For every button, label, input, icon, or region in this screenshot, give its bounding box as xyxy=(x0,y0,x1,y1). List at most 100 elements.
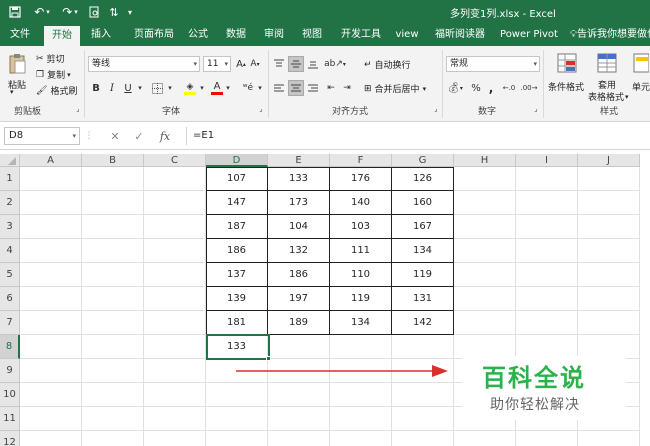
customize-quick-access-icon[interactable]: ▾ xyxy=(124,3,136,21)
tab-view-addin[interactable]: view xyxy=(392,24,422,46)
cell-i1[interactable] xyxy=(516,167,578,191)
tab-review[interactable]: 审阅 xyxy=(260,24,288,46)
cell-d1[interactable]: 107 xyxy=(206,167,268,191)
fill-handle[interactable] xyxy=(266,356,271,361)
cell-d8[interactable]: 133 xyxy=(206,335,268,359)
cell-b12[interactable] xyxy=(82,431,144,446)
cell-j7[interactable] xyxy=(578,311,640,335)
cell-g6[interactable]: 131 xyxy=(392,287,454,311)
cell-e4[interactable]: 132 xyxy=(268,239,330,263)
cell-b8[interactable] xyxy=(82,335,144,359)
font-name-select[interactable]: 等线 ▾ xyxy=(88,56,200,72)
cell-f12[interactable] xyxy=(330,431,392,446)
cell-i7[interactable] xyxy=(516,311,578,335)
cell-i4[interactable] xyxy=(516,239,578,263)
cell-h2[interactable] xyxy=(454,191,516,215)
comma-style-icon[interactable]: , xyxy=(486,80,496,96)
cell-a1[interactable] xyxy=(20,167,82,191)
cell-c2[interactable] xyxy=(144,191,206,215)
column-header-d[interactable]: D xyxy=(206,154,268,167)
cell-c1[interactable] xyxy=(144,167,206,191)
cell-g4[interactable]: 134 xyxy=(392,239,454,263)
row-header-2[interactable]: 2 xyxy=(0,191,20,215)
cell-d12[interactable] xyxy=(206,431,268,446)
number-launcher-icon[interactable]: ⌟ xyxy=(532,104,540,114)
font-launcher-icon[interactable]: ⌟ xyxy=(257,104,265,114)
cell-h12[interactable] xyxy=(454,431,516,446)
cell-h5[interactable] xyxy=(454,263,516,287)
cell-d2[interactable]: 147 xyxy=(206,191,268,215)
alignment-launcher-icon[interactable]: ⌟ xyxy=(432,104,440,114)
print-preview-icon[interactable] xyxy=(86,3,102,21)
cell-g10[interactable] xyxy=(392,383,454,407)
tab-formulas[interactable]: 公式 xyxy=(184,24,212,46)
tab-data[interactable]: 数据 xyxy=(222,24,250,46)
align-left-icon[interactable] xyxy=(272,80,286,96)
increase-font-icon[interactable]: A ▴ xyxy=(235,56,247,72)
cell-e12[interactable] xyxy=(268,431,330,446)
cell-d3[interactable]: 187 xyxy=(206,215,268,239)
redo-icon[interactable]: ↷ ▾ xyxy=(58,3,82,21)
italic-button[interactable]: I xyxy=(106,80,118,96)
cell-f7[interactable]: 134 xyxy=(330,311,392,335)
conditional-formatting-icon[interactable] xyxy=(556,52,578,74)
cell-d6[interactable]: 139 xyxy=(206,287,268,311)
name-box[interactable]: D8 ▾ xyxy=(4,127,80,145)
cell-b6[interactable] xyxy=(82,287,144,311)
cell-f10[interactable] xyxy=(330,383,392,407)
row-header-10[interactable]: 10 xyxy=(0,383,20,407)
cell-c6[interactable] xyxy=(144,287,206,311)
cell-d7[interactable]: 181 xyxy=(206,311,268,335)
cell-d11[interactable] xyxy=(206,407,268,431)
cell-g12[interactable] xyxy=(392,431,454,446)
row-header-5[interactable]: 5 xyxy=(0,263,20,287)
format-as-table-icon[interactable] xyxy=(596,52,618,74)
cell-i6[interactable] xyxy=(516,287,578,311)
cell-j1[interactable] xyxy=(578,167,640,191)
cell-c7[interactable] xyxy=(144,311,206,335)
bold-button[interactable]: B xyxy=(90,80,102,96)
format-painter-button[interactable]: 🖌︎ 格式刷 xyxy=(36,84,77,98)
insert-function-icon[interactable]: fx xyxy=(156,127,174,145)
conditional-formatting-button[interactable]: 条件格式 xyxy=(548,80,584,93)
cell-h4[interactable] xyxy=(454,239,516,263)
paste-icon[interactable] xyxy=(6,52,28,76)
cell-j6[interactable] xyxy=(578,287,640,311)
row-header-1[interactable]: 1 xyxy=(0,167,20,191)
cell-g2[interactable]: 160 xyxy=(392,191,454,215)
wrap-text-button[interactable]: ↵ 自动换行 xyxy=(364,58,411,72)
column-header-a[interactable]: A xyxy=(20,154,82,167)
undo-icon[interactable]: ↶ ▾ xyxy=(30,3,54,21)
cell-e7[interactable]: 189 xyxy=(268,311,330,335)
underline-dropdown-icon[interactable]: ▾ xyxy=(136,80,144,96)
percent-style-icon[interactable]: % xyxy=(470,80,482,96)
fill-color-dropdown-icon[interactable]: ▾ xyxy=(198,80,206,96)
row-header-6[interactable]: 6 xyxy=(0,287,20,311)
underline-button[interactable]: U xyxy=(122,80,134,96)
cell-j3[interactable] xyxy=(578,215,640,239)
borders-icon[interactable] xyxy=(150,80,164,96)
decrease-decimal-icon[interactable]: .00→ xyxy=(520,80,538,96)
tab-insert[interactable]: 插入 xyxy=(86,24,116,46)
column-header-h[interactable]: H xyxy=(454,154,516,167)
cell-c3[interactable] xyxy=(144,215,206,239)
paste-dropdown-icon[interactable]: ▾ xyxy=(10,88,14,96)
tab-home[interactable]: 开始 xyxy=(44,26,80,46)
align-top-icon[interactable] xyxy=(272,56,286,72)
tab-view[interactable]: 视图 xyxy=(298,24,326,46)
enter-icon[interactable]: ✓ xyxy=(132,127,146,145)
cell-f1[interactable]: 176 xyxy=(330,167,392,191)
cell-c8[interactable] xyxy=(144,335,206,359)
cell-i5[interactable] xyxy=(516,263,578,287)
cell-a8[interactable] xyxy=(20,335,82,359)
cell-d4[interactable]: 186 xyxy=(206,239,268,263)
tab-page-layout[interactable]: 页面布局 xyxy=(124,24,184,46)
sort-icon[interactable]: ⇅ xyxy=(106,3,122,21)
cell-g3[interactable]: 167 xyxy=(392,215,454,239)
phonetic-guide-icon[interactable]: ʷé xyxy=(240,80,256,96)
font-size-select[interactable]: 11 ▾ xyxy=(203,56,231,72)
number-format-select[interactable]: 常规 ▾ xyxy=(446,56,540,72)
cell-f11[interactable] xyxy=(330,407,392,431)
format-as-table-button[interactable]: 表格格式 ▾ xyxy=(588,90,629,104)
cell-styles-button[interactable]: 单元 xyxy=(632,80,650,93)
